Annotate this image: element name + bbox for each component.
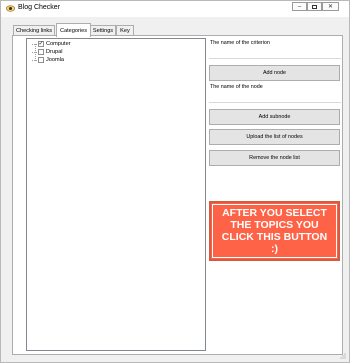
criterion-input[interactable]	[209, 49, 341, 59]
drupal-checkbox[interactable]	[38, 49, 44, 55]
title-bar: Blog Checker – ✕	[1, 1, 349, 17]
eye-icon	[6, 5, 15, 12]
tab-categories[interactable]: Categories	[56, 23, 91, 37]
minimize-icon: –	[297, 3, 302, 10]
maximize-button[interactable]	[307, 2, 322, 11]
tree-item-joomla[interactable]: Joomla	[32, 56, 64, 64]
checkmark-icon: ✓	[38, 41, 44, 47]
tree-item-label: Computer	[46, 41, 71, 47]
remove-node-list-button[interactable]: Remove the node list	[209, 150, 340, 166]
tree-item-drupal[interactable]: Drupal	[32, 48, 62, 56]
add-subnode-button[interactable]: Add subnode	[209, 109, 340, 125]
tree-item-label: Drupal	[46, 49, 63, 55]
window-title: Blog Checker	[18, 4, 61, 11]
main-window: Blog Checker – ✕ Checking links Categori…	[0, 0, 350, 363]
upload-nodes-button[interactable]: Upload the list of nodes	[209, 129, 340, 145]
criterion-label: The name of the criterion	[210, 40, 270, 46]
node-label: The name of the node	[210, 84, 263, 90]
node-input[interactable]	[209, 93, 341, 103]
joomla-checkbox[interactable]	[38, 57, 44, 63]
tree-item-label: Joomla	[46, 57, 65, 63]
category-tree[interactable]: ✓ Computer Drupal Joomla	[26, 38, 206, 351]
minimize-button[interactable]: –	[292, 2, 307, 11]
computer-checkbox[interactable]: ✓	[38, 41, 44, 47]
maximize-icon	[312, 4, 317, 9]
tree-item-computer[interactable]: ✓ Computer	[32, 40, 71, 48]
close-icon: ✕	[327, 3, 334, 10]
select-topics-button[interactable]: AFTER YOU SELECT THE TOPICS YOU CLICK TH…	[209, 201, 340, 261]
add-node-button[interactable]: Add node	[209, 65, 340, 81]
close-button[interactable]: ✕	[322, 2, 339, 11]
